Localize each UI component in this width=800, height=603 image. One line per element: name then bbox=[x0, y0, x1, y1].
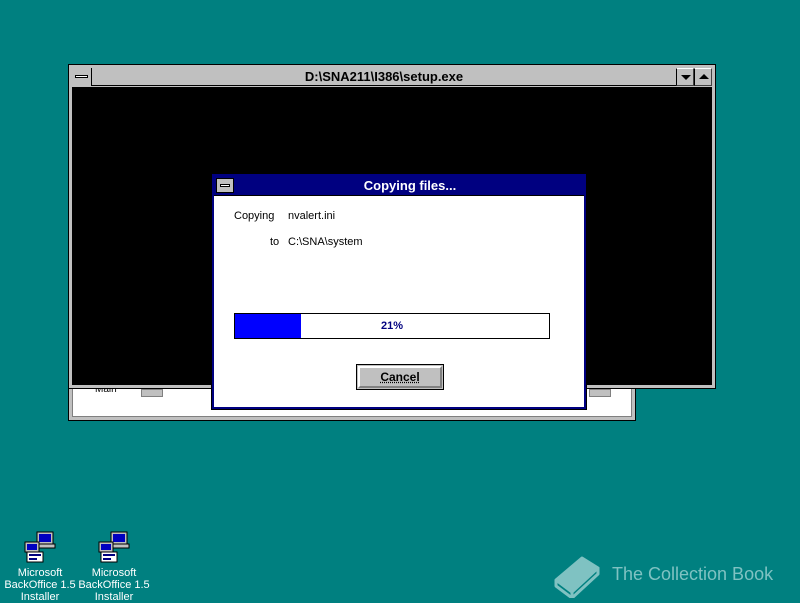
dialog-titlebar[interactable]: Copying files... bbox=[214, 176, 584, 196]
label-line-2: BackOffice 1.5 bbox=[4, 579, 76, 591]
desktop-icon-backoffice-installer-2[interactable]: Microsoft BackOffice 1.5 Installer bbox=[76, 530, 152, 603]
maximize-arrow-icon bbox=[699, 74, 709, 79]
cancel-button-label: Cancel bbox=[380, 370, 420, 384]
computer-setup-icon bbox=[24, 531, 56, 563]
minimize-button[interactable] bbox=[676, 68, 694, 86]
program-group-scroll-right[interactable] bbox=[589, 389, 611, 397]
desktop-icon-label: Microsoft BackOffice 1.5 Installer bbox=[76, 567, 152, 603]
destination-path: C:\SNA\system bbox=[288, 236, 363, 248]
maximize-button[interactable] bbox=[694, 68, 712, 86]
cancel-button[interactable]: Cancel bbox=[356, 364, 444, 390]
desktop-icon-backoffice-installer-1[interactable]: Microsoft BackOffice 1.5 Installer bbox=[2, 530, 78, 603]
copying-files-dialog[interactable]: Copying files... Copying nvalert.ini to … bbox=[211, 173, 587, 410]
label-line-3: Installer bbox=[94, 591, 134, 603]
copying-file-name: nvalert.ini bbox=[288, 210, 336, 222]
copying-label: Copying bbox=[234, 210, 275, 222]
copy-progress-bar: 21% bbox=[234, 313, 550, 339]
book-icon bbox=[554, 556, 600, 598]
label-line-1: Microsoft bbox=[91, 567, 137, 579]
minimize-arrow-icon bbox=[681, 75, 691, 80]
cancel-button-label-wrap: Cancel bbox=[357, 365, 443, 389]
dialog-title: Copying files... bbox=[363, 178, 457, 193]
setup-window-title: D:\SNA211\I386\setup.exe bbox=[304, 69, 464, 84]
label-line-1: Microsoft bbox=[17, 567, 63, 579]
watermark: The Collection Book bbox=[548, 550, 788, 600]
setup-window-titlebar[interactable]: D:\SNA211\I386\setup.exe bbox=[72, 68, 712, 86]
progress-percent-text: 21% bbox=[380, 320, 404, 332]
system-menu-icon[interactable] bbox=[72, 68, 92, 86]
dialog-system-menu-icon[interactable] bbox=[216, 178, 234, 193]
program-group-scroll-left[interactable] bbox=[141, 389, 163, 397]
computer-setup-icon bbox=[98, 531, 130, 563]
label-line-2: BackOffice 1.5 bbox=[78, 579, 150, 591]
desktop-icon-label: Microsoft BackOffice 1.5 Installer bbox=[2, 567, 78, 603]
watermark-text: The Collection Book bbox=[612, 564, 774, 584]
label-line-3: Installer bbox=[20, 591, 60, 603]
destination-label: to bbox=[270, 236, 280, 248]
